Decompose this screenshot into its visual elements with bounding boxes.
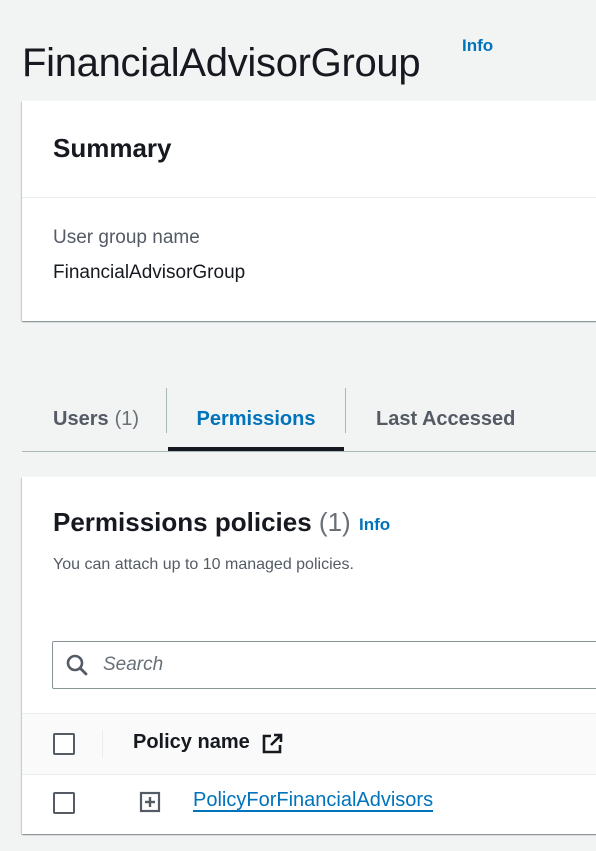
tab-divider [345,388,346,433]
tab-last-accessed-label: Last Accessed [376,407,516,430]
tab-permissions[interactable]: Permissions [168,388,344,451]
select-all-checkbox[interactable] [53,733,75,755]
tab-users[interactable]: Users (1) [53,388,139,450]
row-checkbox[interactable] [53,792,75,814]
search-icon [66,654,88,676]
tab-users-count: (1) [114,407,140,430]
tab-divider [166,388,167,433]
permissions-policies-panel: Permissions policies (1) Info You can at… [22,477,596,834]
summary-header: Summary [22,101,596,198]
summary-panel: Summary User group name FinancialAdvisor… [22,101,596,321]
search-input[interactable] [101,642,525,688]
user-group-name-value: FinancialAdvisorGroup [53,262,246,283]
table-row: PolicyForFinancialAdvisors [22,774,596,834]
summary-title: Summary [53,133,172,163]
tab-last-accessed[interactable]: Last Accessed [376,388,515,450]
expand-plus-icon[interactable] [139,791,161,813]
permissions-policies-heading: Permissions policies [53,507,312,537]
permissions-policies-title: Permissions policies (1) [53,507,351,538]
tab-bar: Users (1) Permissions Last Accessed [22,388,596,452]
permissions-description: You can attach up to 10 managed policies… [53,556,354,573]
permissions-policies-count: (1) [318,507,351,537]
permissions-info-link[interactable]: Info [359,515,390,535]
search-box[interactable] [52,641,596,689]
policy-name-column-header[interactable]: Policy name [133,731,250,754]
tab-permissions-label: Permissions [196,407,316,430]
user-group-name-label: User group name [53,227,200,248]
page-title: FinancialAdvisorGroup [22,40,421,85]
table-header: Policy name [22,713,596,775]
tab-users-label: Users [53,407,109,430]
column-divider [102,730,103,758]
policy-name-link[interactable]: PolicyForFinancialAdvisors [193,789,433,812]
page-info-link[interactable]: Info [462,36,493,56]
external-link-icon[interactable] [260,732,284,756]
